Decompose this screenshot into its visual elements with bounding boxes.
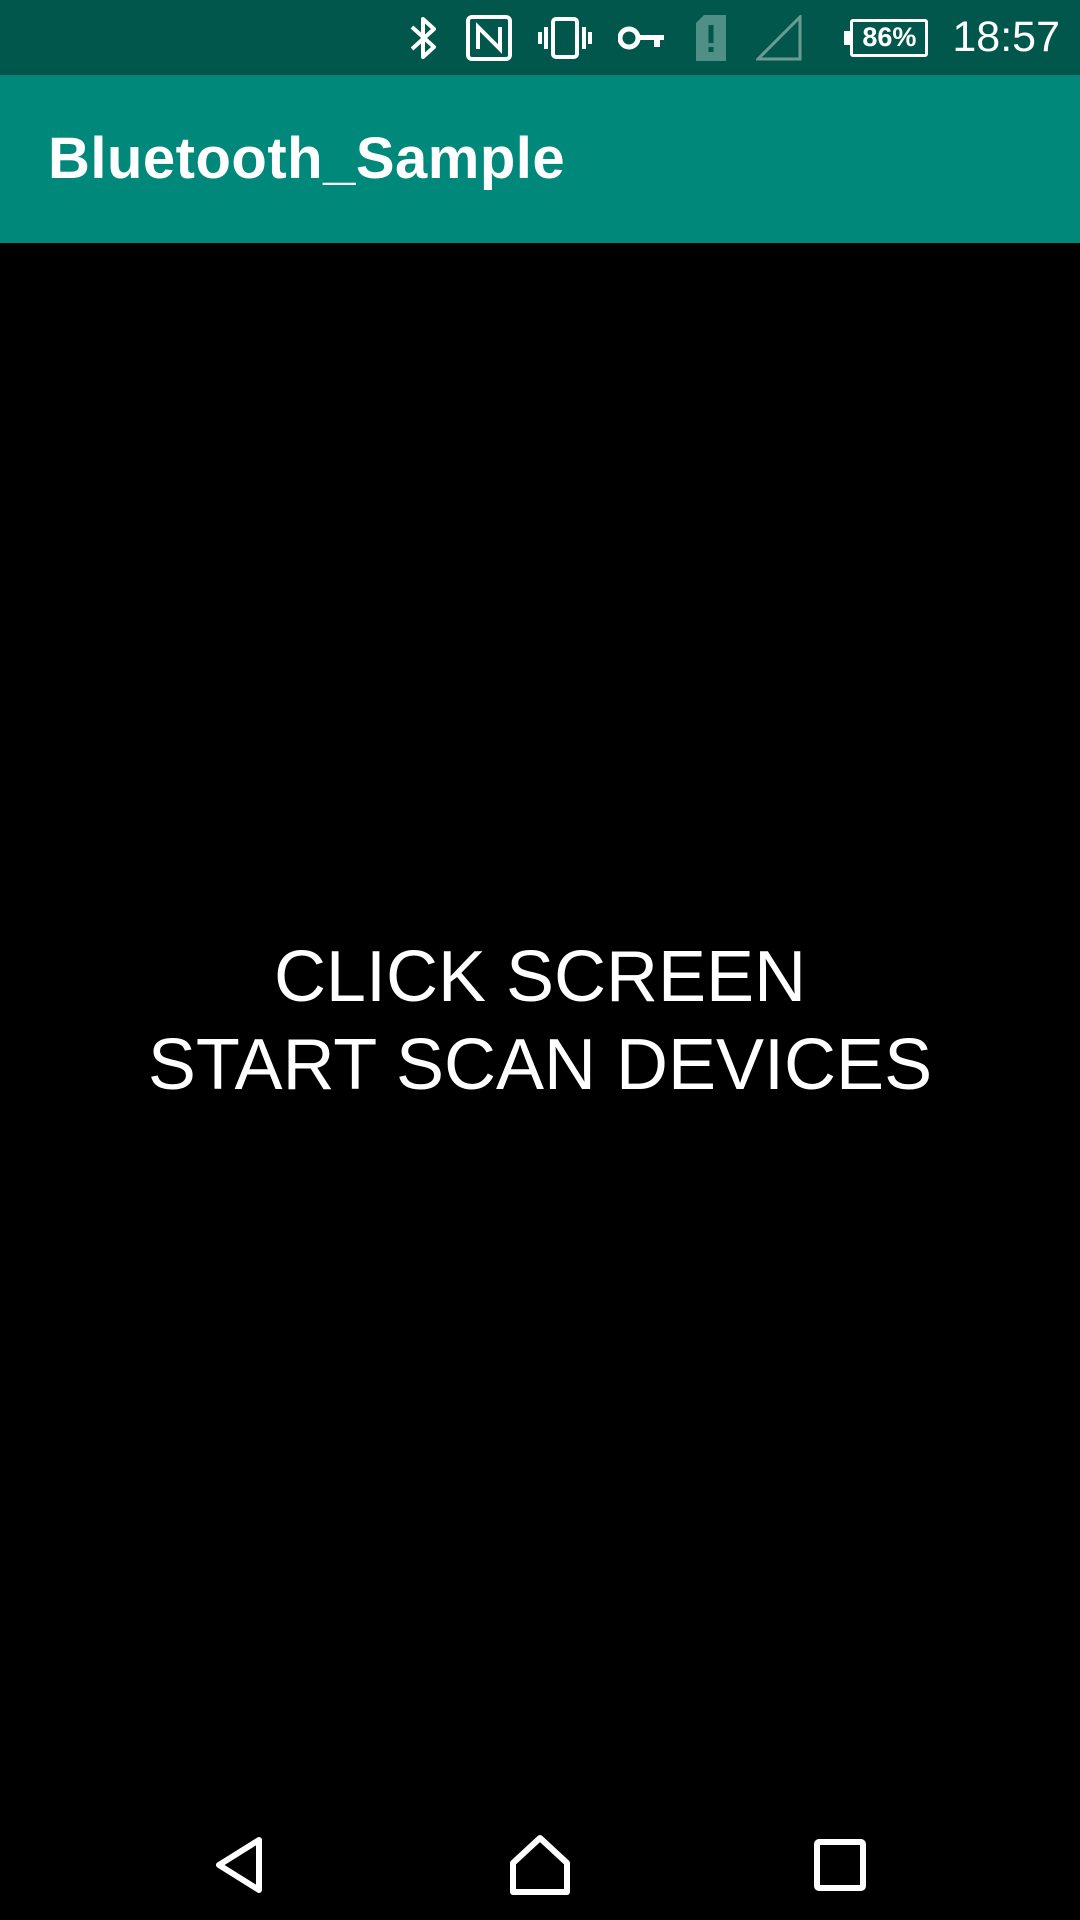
nfc-icon: [466, 14, 513, 61]
vibrate-icon: [538, 15, 593, 61]
vpn-key-icon: [618, 23, 666, 53]
status-bar: 86% 18:57: [0, 0, 1080, 75]
prompt-line-1: CLICK SCREEN: [273, 937, 807, 1017]
bluetooth-icon: [408, 15, 440, 61]
back-icon: [216, 1837, 262, 1893]
home-button[interactable]: [470, 1810, 610, 1920]
battery-percent: 86%: [862, 22, 917, 52]
signal-icon: [756, 14, 802, 61]
status-icons: 86% 18:57: [382, 0, 1060, 75]
battery-icon: 86%: [844, 18, 929, 57]
app-bar: Bluetooth_Sample: [0, 75, 1080, 243]
recents-button[interactable]: [770, 1810, 910, 1920]
prompt-line-2: START SCAN DEVICES: [147, 1025, 933, 1105]
status-clock: 18:57: [952, 13, 1060, 61]
navigation-bar: [0, 1810, 1080, 1920]
home-icon: [510, 1835, 570, 1895]
back-button[interactable]: [171, 1810, 311, 1920]
scan-prompt: CLICK SCREEN START SCAN DEVICES: [0, 933, 1080, 1109]
recents-icon: [814, 1839, 866, 1891]
page-title: Bluetooth_Sample: [48, 126, 566, 191]
scan-touch-area[interactable]: CLICK SCREEN START SCAN DEVICES: [0, 243, 1080, 1810]
sim-alert-icon: [692, 13, 730, 63]
